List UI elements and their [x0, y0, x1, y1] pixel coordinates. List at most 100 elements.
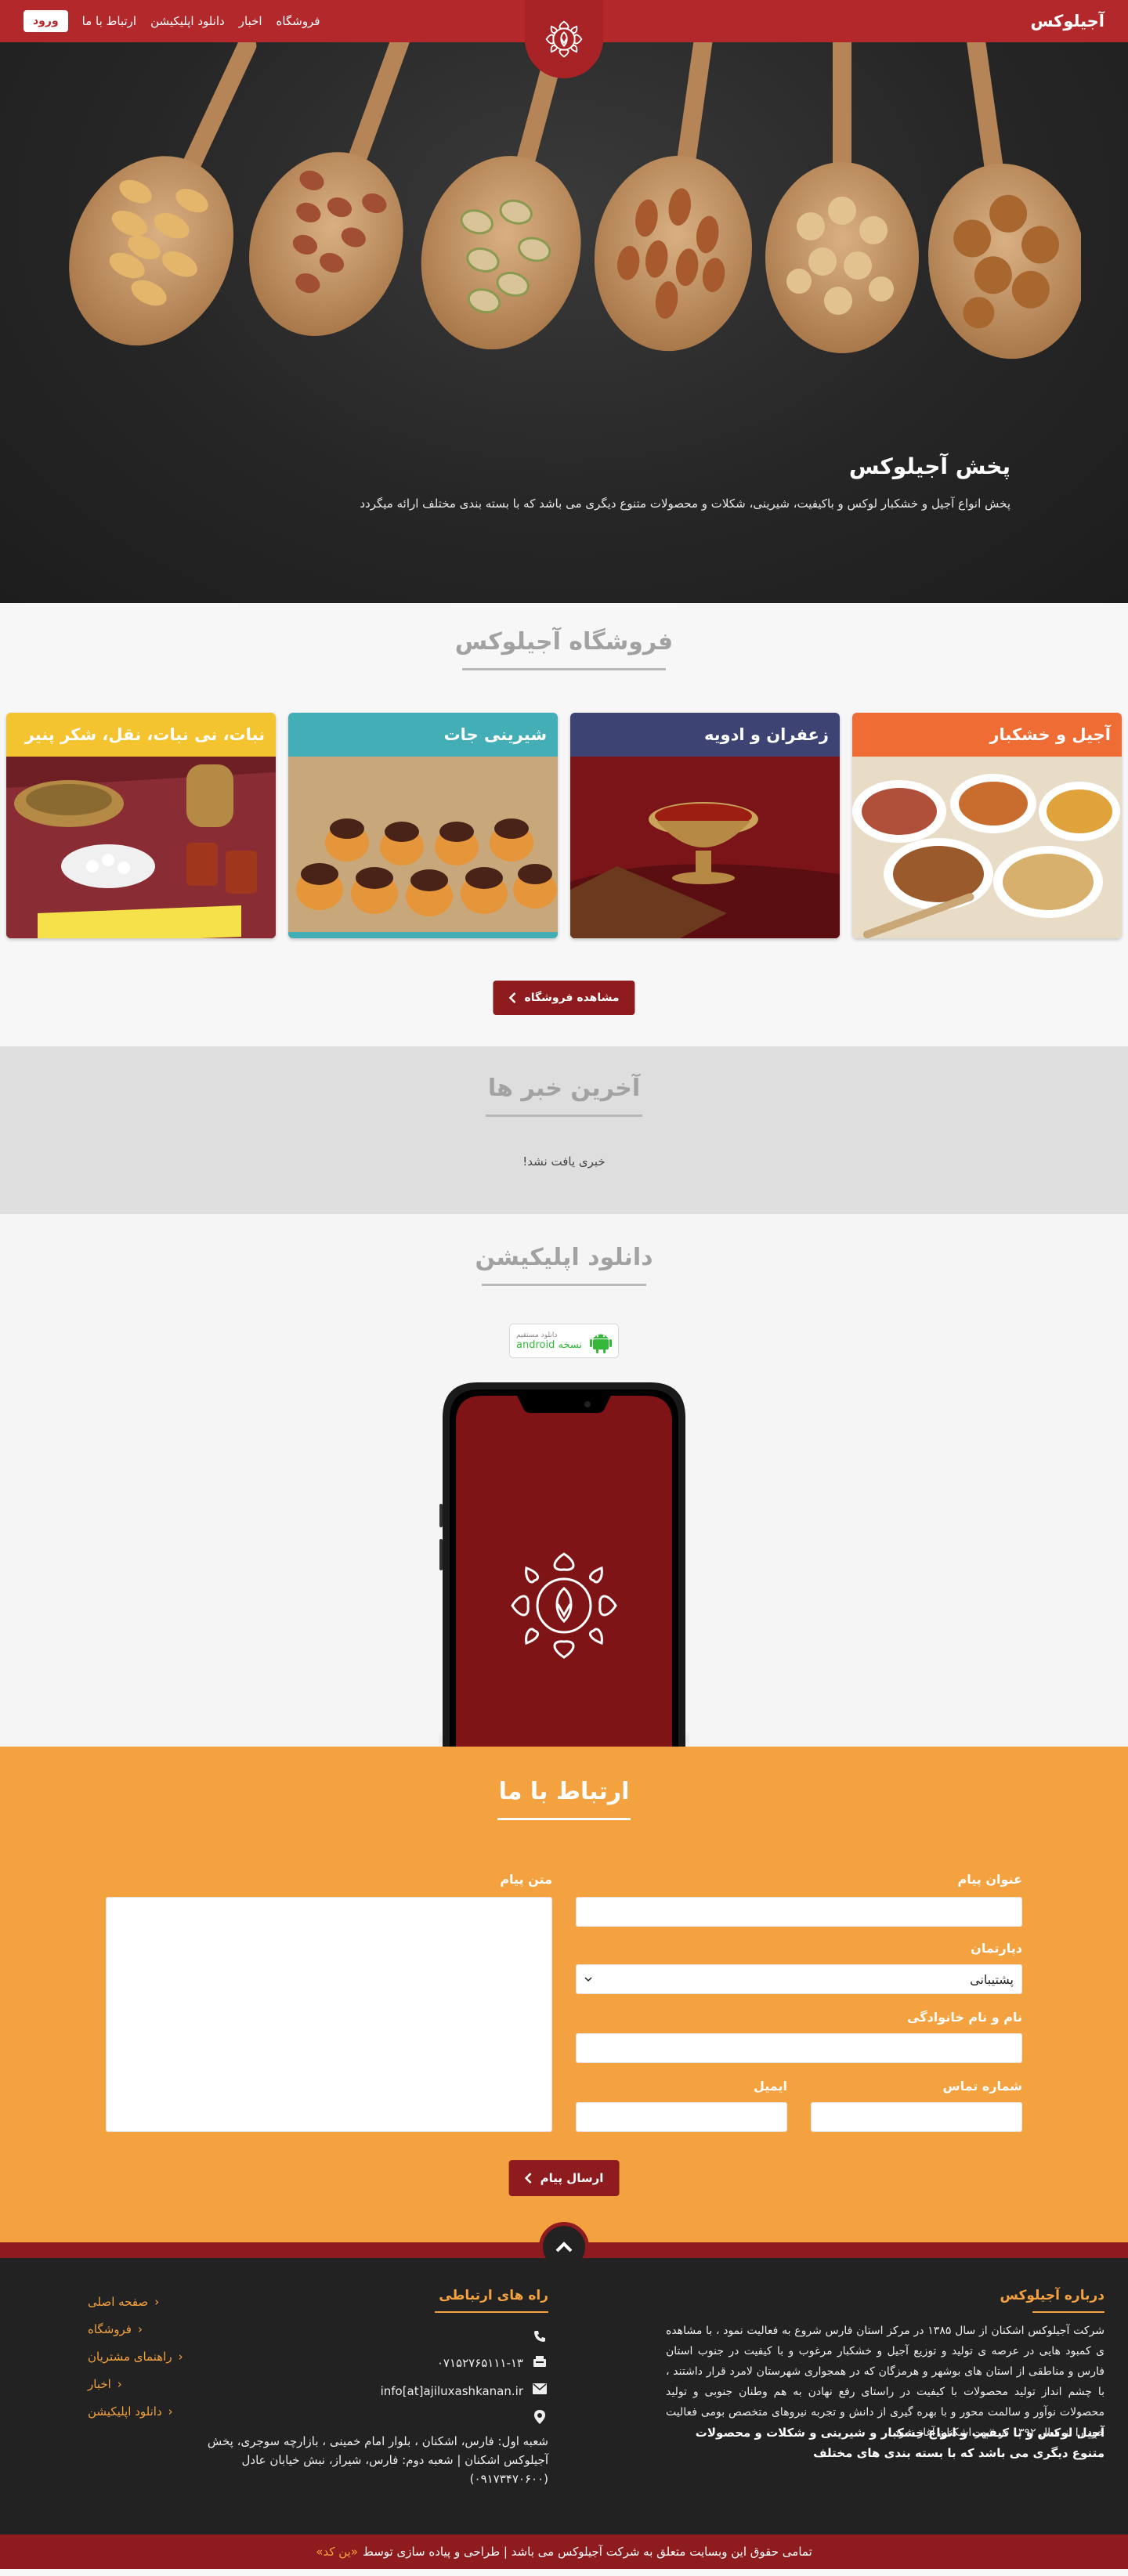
category-image-saffron — [570, 757, 840, 938]
nav-links: ورود ارتباط با ما دانلود اپلیکیشن اخبار … — [24, 10, 320, 32]
nav-link-contact[interactable]: ارتباط با ما — [82, 14, 136, 28]
news-title-underline — [486, 1115, 642, 1117]
phone-icon — [531, 2329, 548, 2343]
department-select[interactable]: پشتیبانی — [576, 1964, 1022, 1994]
send-message-button[interactable]: ارسال پیام — [508, 2160, 620, 2196]
hero-text: پخش آجیلوکس پخش انواع آجیل و خشکبار لوکس… — [360, 453, 1010, 511]
copyright-text: تمامی حقوق این وبسایت متعلق به شرکت آجیل… — [363, 2545, 812, 2559]
brand-title[interactable]: آجیلوکس — [1030, 12, 1104, 31]
footer-band — [0, 2222, 1128, 2272]
category-title: نبات، نی نبات، نقل، شکر پنیر — [6, 713, 276, 757]
chevron-left-icon: › — [178, 2349, 183, 2364]
hero-spoons-image — [69, 42, 1081, 359]
category-title: آجیل و خشکبار — [852, 713, 1122, 757]
badge-small-text: دانلود مستقیم — [516, 1331, 558, 1339]
category-list: آجیل و خشکبار زعفران و ادویه شیرینی جات … — [6, 713, 1122, 948]
category-card-candy[interactable]: نبات، نی نبات، نقل، شکر پنیر — [6, 713, 276, 938]
fullname-input[interactable] — [576, 2033, 1022, 2063]
footer-link-label: راهنمای مشتریان — [88, 2349, 172, 2364]
footer-address-pin-row — [531, 2408, 548, 2424]
developer-link[interactable]: «ین کد» — [316, 2545, 358, 2559]
chevron-up-icon — [555, 2242, 573, 2253]
subject-input[interactable] — [576, 1897, 1022, 1927]
app-section-title: دانلود اپلیکیشن — [475, 1244, 653, 1271]
footer-link-guide[interactable]: راهنمای مشتریان › — [88, 2343, 183, 2370]
chevron-left-icon: › — [117, 2376, 122, 2391]
footer-link-label: فروشگاه — [88, 2321, 132, 2336]
footer-address: شعبه اول: فارس، اشکنان ، بلوار امام خمین… — [207, 2434, 548, 2486]
send-message-label: ارسال پیام — [540, 2171, 604, 2185]
category-card-nuts[interactable]: آجیل و خشکبار — [852, 713, 1122, 938]
app-title-underline — [482, 1284, 646, 1286]
email-label: ایمیل — [753, 2079, 787, 2094]
emblem-icon — [545, 20, 583, 58]
copyright-bar: تمامی حقوق این وبسایت متعلق به شرکت آجیل… — [0, 2534, 1128, 2569]
view-shop-button[interactable]: مشاهده فروشگاه — [493, 981, 635, 1015]
category-card-sweets[interactable]: شیرینی جات — [288, 713, 558, 938]
fax-icon — [531, 2354, 548, 2368]
login-button[interactable]: ورود — [24, 10, 68, 32]
category-title: شیرینی جات — [288, 713, 558, 757]
about-title-underline — [1032, 2311, 1104, 2313]
footer-link-label: صفحه اصلی — [88, 2294, 149, 2309]
contact-title-underline — [497, 1818, 631, 1820]
department-label: دپارتمان — [971, 1941, 1022, 1956]
footer-link-home[interactable]: صفحه اصلی › — [88, 2288, 183, 2315]
category-image-nuts — [852, 757, 1122, 938]
footer-address-row: شعبه اول: فارس، اشکنان ، بلوار امام خمین… — [204, 2432, 548, 2488]
contact-ways-underline — [435, 2311, 548, 2313]
contact-section-title: ارتباط با ما — [498, 1778, 630, 1805]
footer-phone-row — [531, 2329, 548, 2343]
about-highlight: آجیل لوکس و با کیفیت و انواع خشکبار و شی… — [695, 2426, 1104, 2460]
chevron-left-icon — [508, 992, 516, 1003]
category-image-sweets — [288, 757, 558, 938]
shop-title-underline — [462, 668, 666, 670]
view-shop-label: مشاهده فروشگاه — [524, 992, 620, 1004]
about-title: درباره آجیلوکس — [1000, 2288, 1104, 2303]
footer-link-label: اخبار — [88, 2376, 111, 2391]
fullname-label: نام و نام خانوادگی — [907, 2010, 1022, 2025]
footer-link-app[interactable]: دانلود اپلیکیشن › — [88, 2397, 183, 2425]
app-download-section: دانلود اپلیکیشن دانلود مستقیم نسخه andro… — [0, 1214, 1128, 1747]
chevron-left-icon: › — [154, 2294, 160, 2309]
contact-ways-title: راه های ارتباطی — [439, 2288, 548, 2303]
android-icon — [590, 1334, 612, 1353]
shop-section-title: فروشگاه آجیلوکس — [454, 628, 674, 656]
footer-fax-row: ۰۷۱۵۲۷۶۵۱۱۱-۱۳ — [437, 2354, 548, 2372]
hero-title: پخش آجیلوکس — [848, 453, 1010, 479]
news-section-title: آخرین خبر ها — [487, 1075, 641, 1102]
message-textarea[interactable] — [106, 1897, 552, 2132]
category-image-candy — [6, 757, 276, 938]
footer-link-shop[interactable]: فروشگاه › — [88, 2315, 183, 2343]
footer-link-label: دانلود اپلیکیشن — [88, 2404, 162, 2419]
chevron-left-icon: › — [137, 2321, 143, 2336]
nav-link-news[interactable]: اخبار — [239, 14, 262, 28]
chevron-left-icon — [524, 2173, 532, 2184]
footer-quick-links: صفحه اصلی › فروشگاه › راهنمای مشتریان › اخب… — [88, 2288, 183, 2425]
shop-section: فروشگاه آجیلوکس آجیل و خشکبار زعفران و ا… — [0, 603, 1128, 1046]
map-pin-icon — [531, 2408, 548, 2424]
news-section: آخرین خبر ها خبری یافت نشد! — [0, 1046, 1128, 1214]
mail-icon — [531, 2382, 548, 2394]
nav-link-shop[interactable]: فروشگاه — [277, 14, 320, 28]
top-navbar: آجیلوکس ورود ارتباط با ما دانلود اپلیکیش… — [0, 0, 1128, 78]
badge-main-text: نسخه android — [516, 1339, 583, 1351]
hero-section: پخش آجیلوکس پخش انواع آجیل و خشکبار لوکس… — [0, 42, 1128, 603]
nav-link-app[interactable]: دانلود اپلیکیشن — [150, 14, 225, 28]
android-download-badge[interactable]: دانلود مستقیم نسخه android — [509, 1324, 619, 1358]
chevron-left-icon: › — [168, 2404, 173, 2419]
footer-link-news[interactable]: اخبار › — [88, 2370, 183, 2397]
phone-input[interactable] — [811, 2102, 1022, 2132]
news-empty-message: خبری یافت نشد! — [522, 1154, 606, 1169]
department-selected-value: پشتیبانی — [970, 1971, 1014, 1987]
hero-description: پخش انواع آجیل و خشکبار لوکس و باکیفیت، … — [360, 497, 1010, 511]
android-badge-text: دانلود مستقیم نسخه android — [516, 1331, 582, 1351]
subject-label: عنوان پیام — [957, 1872, 1022, 1887]
footer-phone-number[interactable]: ۰۷۱۵۲۷۶۵۱۱۱-۱۳ — [437, 2354, 523, 2372]
email-input[interactable] — [576, 2102, 787, 2132]
category-card-saffron[interactable]: زعفران و ادویه — [570, 713, 840, 938]
footer-email-row: info[at]ajiluxashkanan.ir — [381, 2382, 548, 2401]
footer-email[interactable]: info[at]ajiluxashkanan.ir — [381, 2382, 523, 2401]
footer: درباره آجیلوکس شرکت آجیلوکس اشکنان از سا… — [0, 2258, 1128, 2534]
nav-logo[interactable] — [525, 0, 603, 78]
